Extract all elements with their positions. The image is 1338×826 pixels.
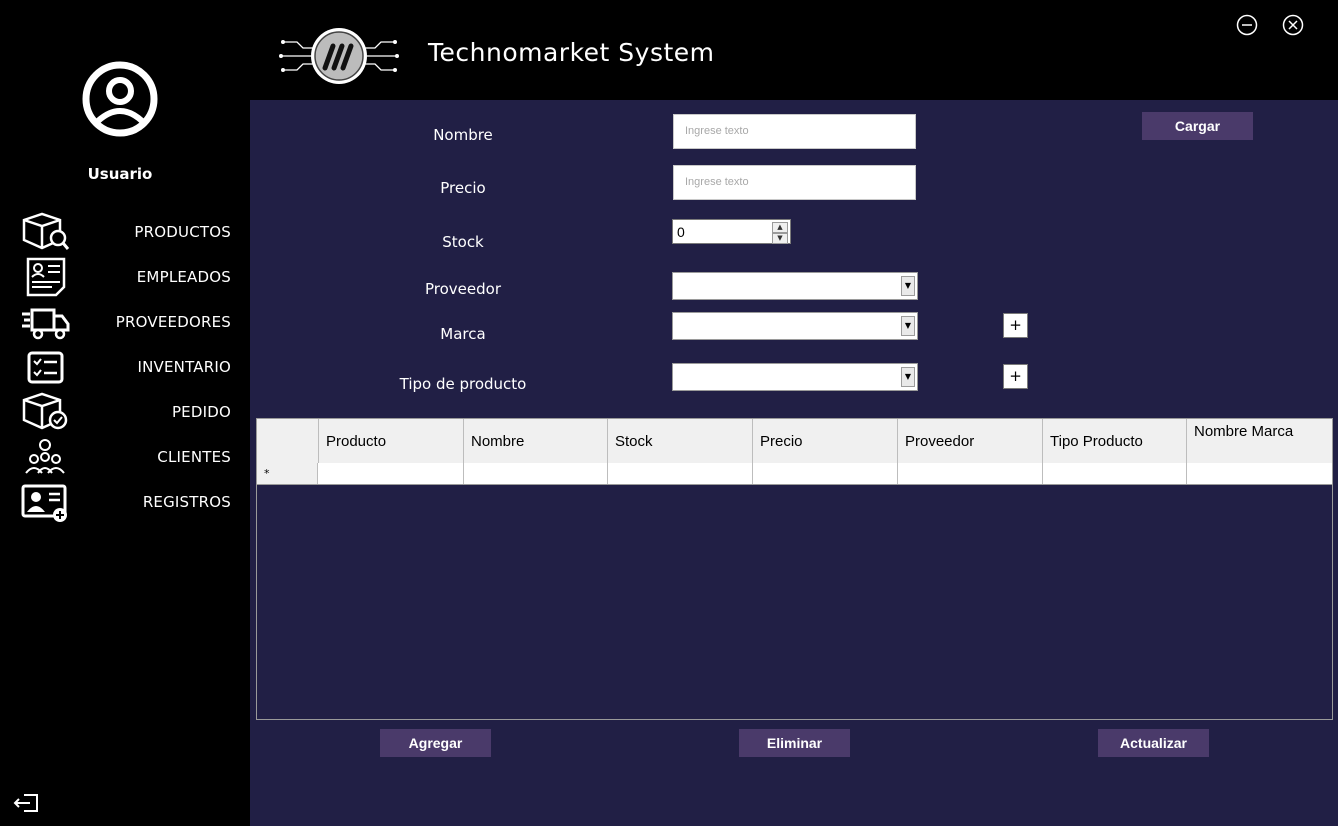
sidebar-item-registros[interactable]: REGISTROS <box>0 482 250 522</box>
tipo-producto-label: Tipo de producto <box>399 375 527 393</box>
app-title: Technomarket System <box>428 38 715 67</box>
stock-stepper[interactable]: 0 ▲ ▼ <box>672 219 791 244</box>
sidebar-item-label: CLIENTES <box>157 448 231 466</box>
column-header-stock[interactable]: Stock <box>608 419 753 463</box>
nombre-label: Nombre <box>433 126 493 144</box>
table-cell[interactable] <box>1187 463 1332 484</box>
chevron-down-icon[interactable]: ▼ <box>901 316 915 336</box>
table-cell[interactable] <box>753 463 898 484</box>
box-search-icon <box>22 212 70 250</box>
stock-value: 0 <box>677 224 685 240</box>
new-row-marker: * <box>257 463 318 484</box>
row-header-corner <box>257 419 319 463</box>
resume-document-icon <box>26 257 66 297</box>
logo-icon <box>279 28 399 84</box>
sidebar-item-empleados[interactable]: EMPLEADOS <box>0 257 250 297</box>
add-user-card-icon <box>21 484 67 522</box>
minimize-icon[interactable] <box>1236 14 1258 36</box>
logout-icon[interactable] <box>12 792 40 814</box>
box-check-icon <box>22 392 68 430</box>
sidebar-item-label: PEDIDO <box>171 403 231 421</box>
stepper-up-icon[interactable]: ▲ <box>772 222 788 233</box>
delivery-truck-icon <box>22 308 70 340</box>
sidebar-item-pedido[interactable]: PEDIDO <box>0 392 250 432</box>
marca-label: Marca <box>440 325 486 343</box>
actualizar-button[interactable]: Actualizar <box>1098 729 1209 757</box>
add-marca-button[interactable]: + <box>1003 313 1028 338</box>
sidebar: Usuario PRODUCTOS EMPLEADOS PROVEEDORES <box>0 0 250 826</box>
column-header-nombre-marca[interactable]: Nombre Marca <box>1187 419 1327 463</box>
precio-input[interactable]: Ingrese texto <box>673 165 916 200</box>
add-tipo-producto-button[interactable]: + <box>1003 364 1028 389</box>
products-table[interactable]: Producto Nombre Stock Precio Proveedor T… <box>256 418 1333 720</box>
column-header-tipo-producto[interactable]: Tipo Producto <box>1043 419 1187 463</box>
precio-label: Precio <box>440 179 486 197</box>
nombre-input[interactable]: Ingrese texto <box>673 114 916 149</box>
table-cell[interactable] <box>608 463 753 484</box>
sidebar-item-proveedores[interactable]: PROVEEDORES <box>0 302 250 342</box>
table-cell[interactable] <box>319 463 464 484</box>
chevron-down-icon[interactable]: ▼ <box>901 276 915 296</box>
table-header: Producto Nombre Stock Precio Proveedor T… <box>257 419 1332 463</box>
sidebar-item-label: REGISTROS <box>142 493 231 511</box>
customers-icon <box>25 439 65 474</box>
column-header-nombre[interactable]: Nombre <box>464 419 608 463</box>
sidebar-item-label: PRODUCTOS <box>134 223 231 241</box>
stepper-down-icon[interactable]: ▼ <box>772 233 788 244</box>
sidebar-item-label: PROVEEDORES <box>115 313 231 331</box>
marca-select[interactable]: ▼ <box>672 312 918 340</box>
user-label: Usuario <box>87 165 153 183</box>
table-cell[interactable] <box>464 463 608 484</box>
chevron-down-icon[interactable]: ▼ <box>901 367 915 387</box>
checklist-icon <box>27 351 64 384</box>
proveedor-label: Proveedor <box>425 280 501 298</box>
proveedor-select[interactable]: ▼ <box>672 272 918 300</box>
agregar-button[interactable]: Agregar <box>380 729 491 757</box>
tipo-producto-select[interactable]: ▼ <box>672 363 918 391</box>
sidebar-item-clientes[interactable]: CLIENTES <box>0 437 250 477</box>
title-bar <box>250 0 1338 100</box>
sidebar-item-inventario[interactable]: INVENTARIO <box>0 347 250 387</box>
column-header-proveedor[interactable]: Proveedor <box>898 419 1043 463</box>
table-cell[interactable] <box>1043 463 1187 484</box>
stock-label: Stock <box>442 233 484 251</box>
sidebar-item-label: INVENTARIO <box>137 358 231 376</box>
table-cell[interactable] <box>898 463 1043 484</box>
sidebar-item-label: EMPLEADOS <box>136 268 231 286</box>
table-row[interactable]: * <box>257 463 1332 485</box>
column-header-precio[interactable]: Precio <box>753 419 898 463</box>
cargar-button[interactable]: Cargar <box>1142 112 1253 140</box>
user-avatar-icon <box>82 61 158 137</box>
sidebar-item-productos[interactable]: PRODUCTOS <box>0 212 250 252</box>
close-icon[interactable] <box>1282 14 1304 36</box>
column-header-producto[interactable]: Producto <box>319 419 464 463</box>
eliminar-button[interactable]: Eliminar <box>739 729 850 757</box>
